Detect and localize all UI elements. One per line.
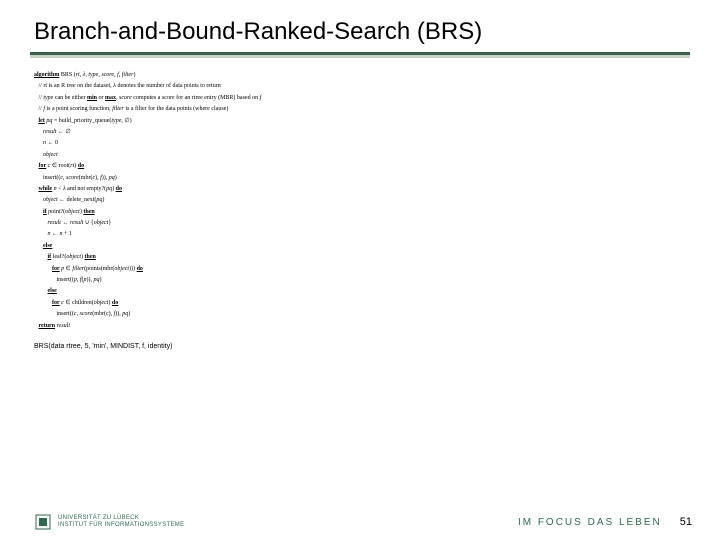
alg-line: if leaf?(object) then — [34, 252, 686, 263]
alg-line: for c ∈ children(object) do — [34, 298, 686, 309]
institute-name: INSTITUT FÜR INFORMATIONSSYSTEME — [58, 522, 184, 529]
alg-line: else — [34, 286, 686, 297]
alg-line: for p ∈ filter(points(mbr(object))) do — [34, 264, 686, 275]
university-logo: UNIVERSITÄT ZU LÜBECK INSTITUT FÜR INFOR… — [34, 513, 184, 531]
call-example: BRS(data rtree, 5, 'min', MINDIST, f, id… — [34, 340, 686, 353]
alg-line: for c ∈ root(rt) do — [34, 161, 686, 172]
alg-line: else — [34, 241, 686, 252]
alg-line: // f is a point scoring function, filter… — [34, 104, 686, 115]
alg-line: algorithm BRS (rt, λ, type, score, f, fi… — [34, 70, 686, 81]
footer: UNIVERSITÄT ZU LÜBECK INSTITUT FÜR INFOR… — [0, 504, 720, 540]
alg-line: object — [34, 150, 686, 161]
alg-line: result ← ∅ — [34, 127, 686, 138]
alg-line: if point?(object) then — [34, 207, 686, 218]
alg-line: // rt is an R tree on the dataset, λ den… — [34, 81, 686, 92]
alg-line: while n < λ and not empty?(pq) do — [34, 184, 686, 195]
alg-line: // type can be either min or max, score … — [34, 93, 686, 104]
alg-line: object ← delete_next(pq) — [34, 195, 686, 206]
alg-line: return result — [34, 321, 686, 332]
tagline: IM FOCUS DAS LEBEN — [518, 517, 662, 528]
alg-line: insert((p, f(p)), pq) — [34, 275, 686, 286]
alg-line: n ← n + 1 — [34, 229, 686, 240]
logo-icon — [34, 513, 52, 531]
uni-name: UNIVERSITÄT ZU LÜBECK — [58, 515, 184, 522]
alg-line: result ← result ∪ {object} — [34, 218, 686, 229]
alg-line: n ← 0 — [34, 138, 686, 149]
alg-line: let pq = build_priority_queue(type, ∅) — [34, 116, 686, 127]
alg-line: insert((c, score(mbr(c), f)), pq) — [34, 309, 686, 320]
alg-line: insert((c, score(mbr(c), f)), pq) — [34, 173, 686, 184]
slide-title: Branch-and-Bound-Ranked-Search (BRS) — [0, 0, 720, 52]
page-number: 51 — [680, 516, 692, 528]
algorithm-block: algorithm BRS (rt, λ, type, score, f, fi… — [0, 58, 720, 353]
